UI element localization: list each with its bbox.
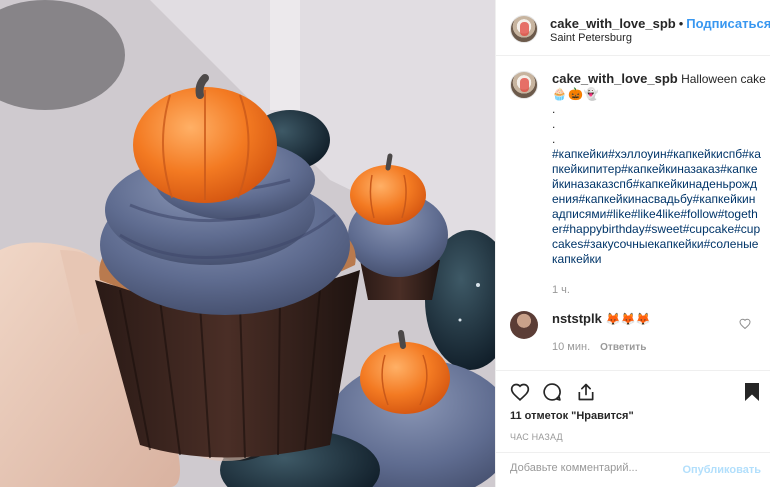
caption-author-avatar[interactable] — [510, 71, 538, 99]
publish-button[interactable]: Опубликовать — [682, 464, 761, 476]
caption-dot-3: . — [552, 132, 556, 146]
caption-text: Halloween cake — [681, 72, 766, 86]
comment-meta: 10 мин. Ответить — [552, 341, 646, 353]
add-comment-input[interactable] — [510, 462, 675, 474]
save-bookmark-icon[interactable] — [744, 382, 760, 402]
likes-count[interactable]: 11 отметок "Нравится" — [510, 410, 634, 422]
comment-timestamp: 10 мин. — [552, 341, 591, 353]
caption-title-line: cake_with_love_spb Halloween cake — [552, 71, 766, 87]
post-header: cake_with_love_spb • Подписаться Saint Pet… — [496, 0, 770, 56]
post-photo[interactable] — [0, 0, 495, 487]
author-avatar[interactable] — [510, 15, 538, 43]
caption-dot-1: . — [552, 102, 556, 116]
caption-hashtags[interactable]: #капкейки#хэллоуин#капкейкиспб#капкейкип… — [552, 147, 762, 267]
caption-dot-2: . — [552, 117, 556, 131]
comments-section[interactable]: cake_with_love_spb Halloween cake 🧁🎃👻 . … — [496, 57, 770, 370]
like-heart-icon[interactable] — [510, 382, 530, 401]
comment-bubble-icon[interactable] — [542, 382, 562, 402]
cupcake-photo-illustration — [0, 0, 495, 487]
separator-dot: • — [678, 16, 684, 31]
caption-timestamp: 1 ч. — [552, 284, 570, 296]
comment-like-heart-icon[interactable] — [739, 318, 751, 329]
commenter-username[interactable]: nststplk — [552, 311, 602, 326]
commenter-avatar[interactable] — [510, 311, 538, 339]
comment-body: nststplk 🦊🦊🦊 — [552, 311, 651, 326]
author-username[interactable]: cake_with_love_spb — [550, 16, 676, 31]
caption-emojis: 🧁🎃👻 — [552, 87, 600, 101]
follow-button[interactable]: Подписаться — [686, 16, 770, 31]
post-location[interactable]: Saint Petersburg — [550, 32, 632, 44]
caption-author-username[interactable]: cake_with_love_spb — [552, 71, 678, 86]
post-side-panel: cake_with_love_spb • Подписаться Saint Pet… — [495, 0, 770, 487]
reply-button[interactable]: Ответить — [600, 342, 646, 353]
add-comment-bar: Опубликовать — [496, 452, 770, 487]
author-line: cake_with_love_spb • Подписаться — [550, 16, 770, 31]
comment-text: 🦊🦊🦊 — [605, 312, 651, 326]
post-time-ago: ЧАС НАЗАД — [510, 432, 563, 442]
share-upload-icon[interactable] — [576, 382, 596, 402]
caption-body: cake_with_love_spb Halloween cake 🧁🎃👻 . … — [552, 71, 766, 298]
